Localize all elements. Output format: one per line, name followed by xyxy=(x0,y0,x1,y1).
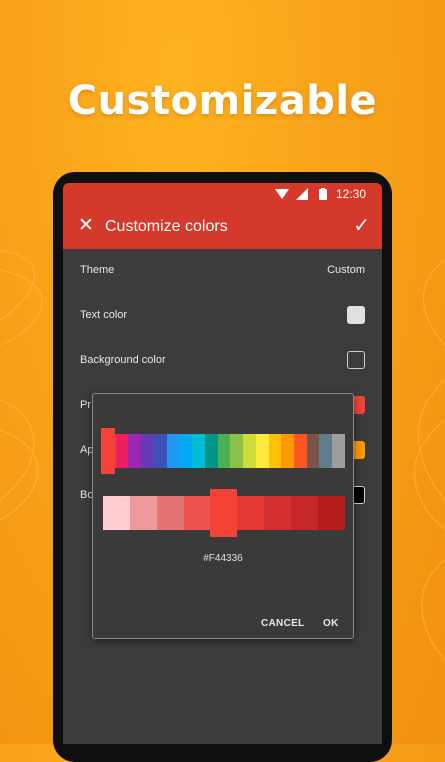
hue-swatch[interactable] xyxy=(268,434,282,468)
shade-swatch[interactable] xyxy=(318,496,346,530)
hue-swatch[interactable] xyxy=(243,434,256,468)
shade-swatch[interactable] xyxy=(156,496,184,530)
signal-icon xyxy=(296,188,308,200)
setting-background-color[interactable]: Background color xyxy=(63,340,382,384)
cancel-button[interactable]: CANCEL xyxy=(261,618,304,629)
hue-selector-handle[interactable] xyxy=(101,428,115,474)
hue-swatch[interactable] xyxy=(166,434,180,468)
page-title: Customize colors xyxy=(105,218,228,235)
hue-palette[interactable] xyxy=(103,434,345,468)
hue-swatch[interactable] xyxy=(153,434,167,468)
setting-text-color[interactable]: Text color xyxy=(63,295,382,339)
shade-swatch[interactable] xyxy=(291,496,319,530)
hue-swatch[interactable] xyxy=(294,434,307,468)
status-time: 12:30 xyxy=(335,187,366,201)
color-swatch[interactable] xyxy=(347,351,365,369)
color-picker-dialog: #F44336 CANCEL OK xyxy=(92,393,354,639)
check-icon[interactable]: ✓ xyxy=(353,214,370,238)
hue-swatch[interactable] xyxy=(230,434,244,468)
selected-hex-value: #F44336 xyxy=(203,553,243,564)
setting-label: Theme xyxy=(80,264,115,276)
app-bar: ✕ Customize colors ✓ xyxy=(63,205,382,249)
shade-swatch[interactable] xyxy=(237,496,265,530)
shade-swatch[interactable] xyxy=(103,496,130,530)
shade-swatch[interactable] xyxy=(129,496,157,530)
wifi-icon xyxy=(275,189,289,199)
promo-headline: Customizable xyxy=(67,78,378,124)
hue-swatch[interactable] xyxy=(255,434,269,468)
hue-swatch[interactable] xyxy=(319,434,333,468)
ok-button[interactable]: OK xyxy=(323,618,339,629)
hue-swatch[interactable] xyxy=(281,434,295,468)
color-swatch[interactable] xyxy=(347,306,365,324)
setting-label: Pr xyxy=(80,399,91,411)
shade-swatch[interactable] xyxy=(264,496,292,530)
close-icon[interactable]: ✕ xyxy=(78,216,94,236)
hue-swatch[interactable] xyxy=(115,434,129,468)
hue-swatch[interactable] xyxy=(204,434,218,468)
hue-swatch[interactable] xyxy=(179,434,193,468)
setting-label: Text color xyxy=(80,309,128,321)
hue-swatch[interactable] xyxy=(217,434,231,468)
hue-swatch[interactable] xyxy=(192,434,205,468)
hue-swatch[interactable] xyxy=(128,434,142,468)
shade-selector-handle[interactable] xyxy=(210,489,237,537)
setting-theme[interactable]: Theme Custom xyxy=(63,250,382,294)
battery-icon xyxy=(319,188,327,200)
status-bar: 12:30 xyxy=(63,183,382,205)
setting-value: Custom xyxy=(327,264,365,276)
setting-label: Background color xyxy=(80,354,166,366)
hue-swatch[interactable] xyxy=(141,434,154,468)
hue-swatch[interactable] xyxy=(332,434,345,468)
hue-swatch[interactable] xyxy=(306,434,320,468)
shade-swatch[interactable] xyxy=(183,496,211,530)
